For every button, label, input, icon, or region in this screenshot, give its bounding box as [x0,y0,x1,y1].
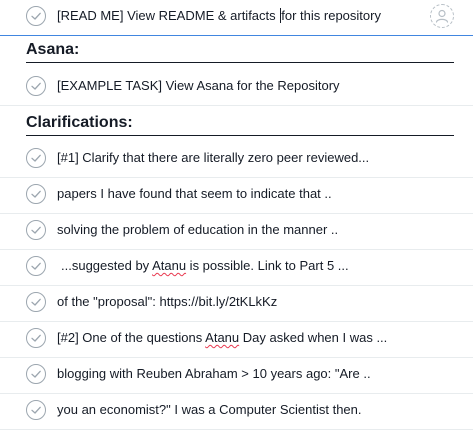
task-name-part: is possible. Link to Part 5 ... [186,258,349,273]
complete-task-icon[interactable] [26,292,46,312]
complete-task-icon[interactable] [26,76,46,96]
task-row[interactable]: solving the problem of education in the … [0,214,473,250]
misspelled-word: Atanu [205,330,240,345]
complete-task-icon[interactable] [26,364,46,384]
section-title: Clarifications: [26,114,133,131]
task-row[interactable]: blogging with Reuben Abraham > 10 years … [0,358,473,394]
task-row-example[interactable]: [EXAMPLE TASK] View Asana for the Reposi… [0,70,473,106]
task-name[interactable]: [#2] One of the questions Atanu Day aske… [57,329,387,346]
complete-task-icon[interactable] [26,220,46,240]
section-title: Asana: [26,41,80,58]
task-name[interactable]: blogging with Reuben Abraham > 10 years … [57,365,371,382]
section-header-clarifications[interactable]: Clarifications: [26,113,454,136]
task-row[interactable]: ...suggested by Atanu is possible. Link … [0,250,473,286]
task-name[interactable]: ...suggested by Atanu is possible. Link … [61,257,349,274]
task-name[interactable]: [#1] Clarify that there are literally ze… [57,149,369,166]
complete-task-icon[interactable] [26,256,46,276]
section-header-asana[interactable]: Asana: [26,40,454,63]
complete-task-icon[interactable] [26,400,46,420]
task-name-part: [#2] One of the questions [57,330,206,345]
task-row[interactable]: papers I have found that seem to indicat… [0,178,473,214]
task-name[interactable]: papers I have found that seem to indicat… [57,185,332,202]
task-name-after-cursor: for this repository [281,8,381,23]
task-name-before-cursor: [READ ME] View README & artifacts [57,8,280,23]
task-name-input[interactable]: [READ ME] View README & artifacts for th… [57,7,381,24]
complete-task-icon[interactable] [26,184,46,204]
task-name-part: ...suggested by [61,258,153,273]
complete-task-icon[interactable] [26,328,46,348]
misspelled-word: Atanu [152,258,187,273]
task-name[interactable]: you an economist?" I was a Computer Scie… [57,401,362,418]
task-name[interactable]: of the "proposal": https://bit.ly/2tKLkK… [57,293,277,310]
task-name[interactable]: solving the problem of education in the … [57,221,338,238]
task-row[interactable]: [#1] Clarify that there are literally ze… [0,142,473,178]
assignee-icon[interactable] [430,4,454,28]
task-name[interactable]: [EXAMPLE TASK] View Asana for the Reposi… [57,77,340,94]
complete-task-icon[interactable] [26,6,46,26]
task-row[interactable]: you an economist?" I was a Computer Scie… [0,394,473,430]
task-name-part: Day asked when I was ... [239,330,388,345]
task-row[interactable]: of the "proposal": https://bit.ly/2tKLkK… [0,286,473,322]
task-row[interactable]: [#2] One of the questions Atanu Day aske… [0,322,473,358]
task-row-readme[interactable]: [READ ME] View README & artifacts for th… [0,0,473,36]
complete-task-icon[interactable] [26,148,46,168]
